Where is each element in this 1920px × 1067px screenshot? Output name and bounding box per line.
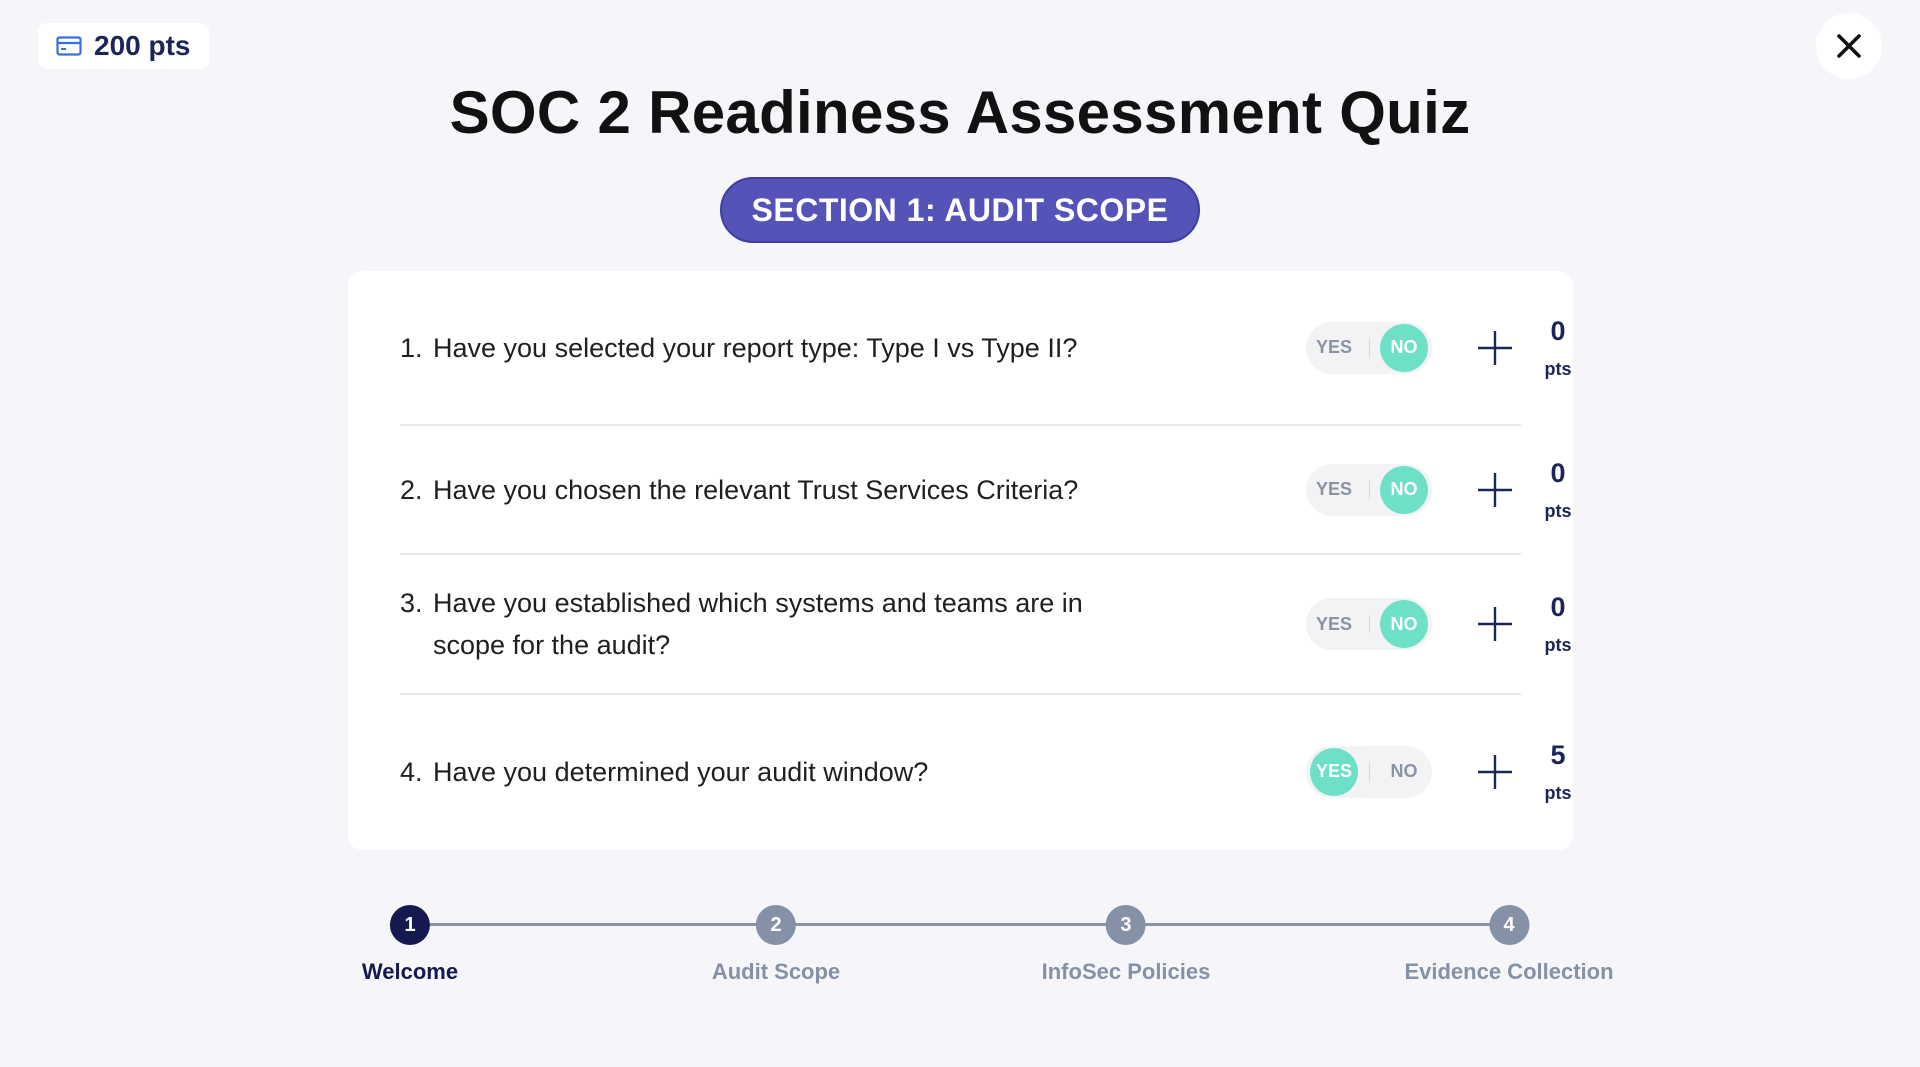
toggle-divider — [1368, 338, 1370, 357]
step-audit-scope[interactable]: 2 Audit Scope — [712, 905, 840, 985]
yes-no-toggle[interactable]: YES NO — [1306, 321, 1432, 374]
points-badge: 200 pts — [38, 23, 209, 69]
question-label: Have you chosen the relevant Trust Servi… — [433, 474, 1079, 505]
question-text: 4. Have you determined your audit window… — [400, 751, 1160, 793]
question-card: 1. Have you selected your report type: T… — [348, 271, 1573, 850]
add-points-button[interactable] — [1475, 328, 1515, 368]
question-row: 2. Have you chosen the relevant Trust Se… — [400, 426, 1572, 555]
score-value: 0 — [1550, 457, 1566, 488]
yes-no-toggle[interactable]: YES NO — [1306, 463, 1432, 516]
score-unit: pts — [1544, 635, 1572, 655]
score-value: 5 — [1550, 739, 1566, 770]
step-label: InfoSec Policies — [1041, 959, 1211, 984]
question-text: 3. Have you established which systems an… — [400, 582, 1160, 666]
step-label: Welcome — [361, 959, 459, 984]
progress-stepper: 1 Welcome 2 Audit Scope 3 InfoSec Polici… — [0, 900, 1920, 984]
step-welcome[interactable]: 1 Welcome — [362, 905, 458, 985]
score-unit: pts — [1544, 358, 1572, 379]
question-number: 1. — [400, 332, 423, 363]
question-number: 4. — [400, 756, 423, 787]
question-number: 2. — [400, 474, 423, 505]
step-label: Evidence Collection — [1404, 959, 1614, 984]
plus-icon — [1478, 754, 1512, 789]
page-title: SOC 2 Readiness Assessment Quiz — [449, 79, 1471, 146]
yes-no-toggle[interactable]: YES NO — [1306, 598, 1432, 650]
step-evidence-collection[interactable]: 4 Evidence Collection — [1404, 905, 1614, 985]
score-value: 0 — [1550, 592, 1566, 622]
stepper-track — [410, 923, 1508, 926]
step-number: 2 — [756, 905, 796, 945]
question-number: 3. — [400, 588, 423, 618]
question-row: 1. Have you selected your report type: T… — [400, 271, 1572, 426]
step-number: 1 — [390, 905, 430, 945]
no-option[interactable]: NO — [1380, 748, 1428, 796]
yes-option[interactable]: YES — [1310, 324, 1358, 372]
plus-icon — [1478, 330, 1512, 365]
question-label: Have you selected your report type: Type… — [433, 332, 1078, 363]
toggle-divider — [1368, 762, 1370, 781]
step-number: 4 — [1489, 905, 1529, 945]
credit-card-icon — [56, 36, 82, 56]
yes-option[interactable]: YES — [1310, 600, 1358, 648]
score-unit: pts — [1544, 782, 1572, 803]
question-label: Have you established which systems and t… — [433, 588, 1083, 660]
question-score: 0 pts — [1528, 457, 1588, 523]
question-label: Have you determined your audit window? — [433, 756, 929, 787]
add-points-button[interactable] — [1475, 604, 1515, 644]
question-score: 0 pts — [1528, 591, 1588, 657]
close-icon — [1837, 34, 1861, 58]
question-row: 3. Have you established which systems an… — [400, 555, 1572, 695]
toggle-divider — [1368, 480, 1370, 499]
yes-option[interactable]: YES — [1310, 466, 1358, 514]
step-infosec-policies[interactable]: 3 InfoSec Policies — [1041, 905, 1211, 985]
points-total: 200 pts — [94, 30, 191, 61]
section-badge: SECTION 1: AUDIT SCOPE — [720, 177, 1200, 243]
score-unit: pts — [1544, 500, 1572, 521]
no-option[interactable]: NO — [1380, 465, 1428, 514]
no-option[interactable]: NO — [1380, 600, 1428, 648]
step-number: 3 — [1105, 905, 1146, 945]
toggle-divider — [1368, 615, 1370, 633]
close-button[interactable] — [1816, 13, 1882, 79]
plus-icon — [1478, 472, 1512, 507]
question-text: 2. Have you chosen the relevant Trust Se… — [400, 469, 1160, 511]
question-score: 0 pts — [1528, 315, 1588, 381]
no-option[interactable]: NO — [1380, 323, 1428, 372]
question-row: 4. Have you determined your audit window… — [400, 695, 1572, 848]
step-label: Audit Scope — [711, 959, 841, 984]
question-score: 5 pts — [1528, 739, 1588, 805]
quiz-page: 200 pts SOC 2 Readiness Assessment Quiz … — [0, 0, 1920, 1067]
plus-icon — [1478, 607, 1512, 641]
yes-option[interactable]: YES — [1310, 747, 1358, 796]
question-text: 1. Have you selected your report type: T… — [400, 327, 1160, 369]
add-points-button[interactable] — [1475, 752, 1515, 792]
add-points-button[interactable] — [1475, 470, 1515, 510]
score-value: 0 — [1550, 315, 1566, 346]
yes-no-toggle[interactable]: YES NO — [1306, 745, 1432, 798]
